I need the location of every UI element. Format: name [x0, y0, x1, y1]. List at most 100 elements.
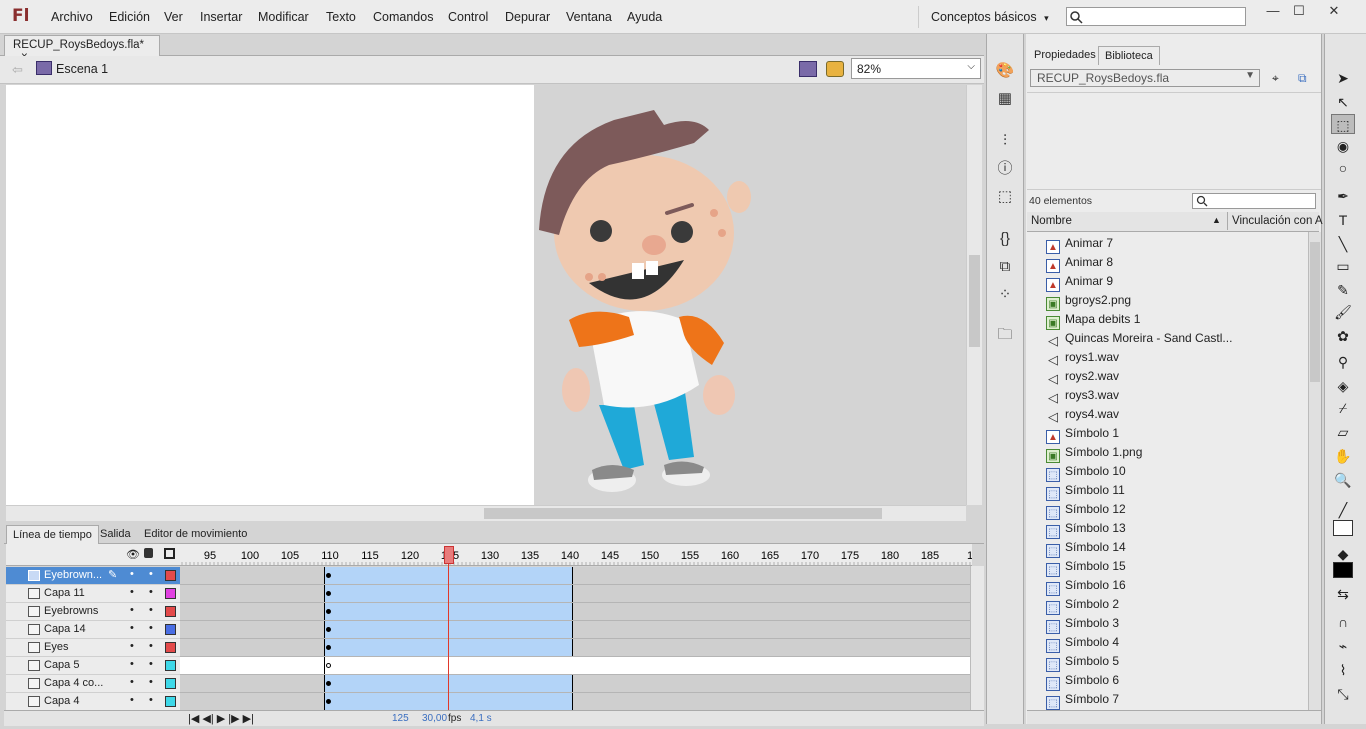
info-icon[interactable]: ⓘ [994, 158, 1016, 180]
frame-row[interactable] [180, 621, 970, 639]
zoom-tool-icon[interactable]: 🔍 [1331, 470, 1355, 490]
keyframe-dot[interactable] [326, 663, 331, 668]
menu-ver[interactable]: Ver [164, 10, 183, 24]
layer-color-swatch[interactable] [165, 678, 176, 689]
visibility-dot[interactable]: • [130, 676, 134, 688]
library-item[interactable]: ◁ roys4.wav [1046, 405, 1119, 424]
layer-color-swatch[interactable] [165, 570, 176, 581]
stroke-color-icon[interactable]: ╱ [1331, 500, 1355, 520]
paint-bucket-tool-icon[interactable]: ◈ [1331, 376, 1355, 396]
menu-modificar[interactable]: Modificar [258, 10, 309, 24]
frame-row[interactable] [180, 567, 970, 585]
library-item[interactable]: ▣ Símbolo 1.png [1046, 443, 1142, 463]
keyframe-dot[interactable] [326, 609, 331, 614]
fill-swatch-icon[interactable] [1333, 562, 1353, 578]
document-tab[interactable]: RECUP_RoysBedoys.fla* × [4, 35, 160, 63]
current-frame[interactable]: 125 [392, 713, 409, 724]
pencil-tool-icon[interactable]: ✎ [1331, 280, 1355, 300]
library-item[interactable]: ◁ Quincas Moreira - Sand Castl... [1046, 329, 1232, 348]
lock-icon[interactable] [144, 548, 153, 558]
tab-biblioteca[interactable]: Biblioteca [1098, 46, 1160, 65]
menu-archivo[interactable]: Archivo [51, 10, 93, 24]
layer-row[interactable]: Capa 4 • • [6, 693, 180, 711]
edit-scene-icon[interactable] [799, 61, 817, 77]
tab-salida[interactable]: Salida [94, 525, 137, 544]
color-palette-icon[interactable]: 🎨 [994, 60, 1016, 82]
library-item[interactable]: ◁ roys2.wav [1046, 367, 1119, 386]
layer-row[interactable]: Capa 11 • • [6, 585, 180, 603]
visibility-dot[interactable]: • [130, 568, 134, 580]
eyedropper-tool-icon[interactable]: ⌿ [1331, 398, 1355, 418]
menu-ayuda[interactable]: Ayuda [627, 10, 662, 24]
layer-row[interactable]: Eyes • • [6, 639, 180, 657]
close-window-button[interactable]: ✕ [1320, 3, 1348, 21]
library-item[interactable]: ⬚ Símbolo 5 [1046, 652, 1119, 672]
swap-colors-icon[interactable]: ⇆ [1331, 584, 1355, 604]
deco-tool-icon[interactable]: ✿ [1331, 326, 1355, 346]
actions-icon[interactable]: {} [994, 228, 1016, 250]
layer-name[interactable]: Capa 4 co... [44, 677, 103, 689]
selection-tool-icon[interactable]: ➤ [1331, 68, 1355, 88]
library-search-input[interactable] [1192, 193, 1316, 209]
layer-color-swatch[interactable] [165, 624, 176, 635]
frame-row[interactable] [180, 675, 970, 693]
library-item[interactable]: ⬚ Símbolo 7 [1046, 690, 1119, 710]
library-item[interactable]: ▲ Animar 7 [1046, 234, 1113, 254]
layer-row[interactable]: Capa 4 co... • • [6, 675, 180, 693]
library-item[interactable]: ⬚ Símbolo 11 [1046, 481, 1125, 501]
motion-presets-icon[interactable]: ⁘ [994, 284, 1016, 306]
lock-dot[interactable]: • [149, 622, 153, 634]
menu-depurar[interactable]: Depurar [505, 10, 550, 24]
project-icon[interactable]: 🗀 [994, 324, 1016, 346]
stage[interactable] [534, 85, 966, 505]
straighten-icon[interactable]: ⌇ [1331, 660, 1355, 680]
library-item[interactable]: ⬚ Símbolo 4 [1046, 633, 1119, 653]
library-item[interactable]: ⬚ Símbolo 14 [1046, 538, 1126, 558]
keyframe-dot[interactable] [326, 645, 331, 650]
sort-icon[interactable]: ▲ [1212, 215, 1221, 225]
library-item[interactable]: ⬚ Símbolo 16 [1046, 576, 1126, 596]
components-icon[interactable]: ⧉ [994, 256, 1016, 278]
keyframe-dot[interactable] [326, 591, 331, 596]
library-item[interactable]: ⬚ Símbolo 12 [1046, 500, 1126, 520]
layer-row[interactable]: Eyebrown... • • ✎ [6, 567, 180, 585]
minimize-button[interactable]: — [1259, 3, 1287, 21]
layer-name[interactable]: Eyes [44, 641, 68, 653]
column-name[interactable]: Nombre [1031, 215, 1072, 227]
free-transform-tool-icon[interactable]: ⬚ [1331, 114, 1355, 134]
menu-texto[interactable]: Texto [326, 10, 356, 24]
layer-name[interactable]: Capa 14 [44, 623, 86, 635]
fill-color-icon[interactable]: ◆ [1331, 544, 1355, 564]
library-item[interactable]: ⬚ Símbolo 6 [1046, 671, 1119, 691]
library-item[interactable]: ▲ Animar 9 [1046, 272, 1113, 292]
library-item[interactable]: ▣ Mapa debits 1 [1046, 310, 1140, 330]
lasso-tool-icon[interactable]: ○ [1331, 158, 1355, 178]
scale-icon[interactable]: ⤡ [1331, 684, 1355, 704]
layer-color-swatch[interactable] [165, 696, 176, 707]
visibility-dot[interactable]: • [130, 604, 134, 616]
pen-tool-icon[interactable]: ✒ [1331, 186, 1355, 206]
maximize-button[interactable]: ☐ [1285, 3, 1313, 21]
menu-insertar[interactable]: Insertar [200, 10, 242, 24]
align-icon[interactable]: ⫶ [994, 130, 1016, 152]
lock-dot[interactable]: • [149, 604, 153, 616]
menu-comandos[interactable]: Comandos [373, 10, 433, 24]
playback-controls[interactable]: |◀ ◀| ▶ |▶ ▶| [188, 712, 254, 725]
layer-color-swatch[interactable] [165, 660, 176, 671]
lock-dot[interactable]: • [149, 694, 153, 706]
lock-dot[interactable]: • [149, 640, 153, 652]
visibility-dot[interactable]: • [130, 622, 134, 634]
library-scrollbar[interactable] [1308, 232, 1321, 710]
line-tool-icon[interactable]: ╲ [1331, 234, 1355, 254]
menu-control[interactable]: Control [448, 10, 488, 24]
bone-tool-icon[interactable]: ⚲ [1331, 352, 1355, 372]
subselection-tool-icon[interactable]: ↖ [1331, 92, 1355, 112]
library-item[interactable]: ⬚ Símbolo 2 [1046, 595, 1119, 615]
workspace-switcher[interactable]: Conceptos básicos ▾ [918, 6, 1050, 28]
library-item[interactable]: ⬚ Símbolo 13 [1046, 519, 1126, 539]
frame-row[interactable] [180, 603, 970, 621]
rectangle-tool-icon[interactable]: ▭ [1331, 256, 1355, 276]
stroke-swatch-icon[interactable] [1333, 520, 1353, 536]
snap-icon[interactable]: ∩ [1331, 612, 1355, 632]
text-tool-icon[interactable]: T [1331, 210, 1355, 230]
